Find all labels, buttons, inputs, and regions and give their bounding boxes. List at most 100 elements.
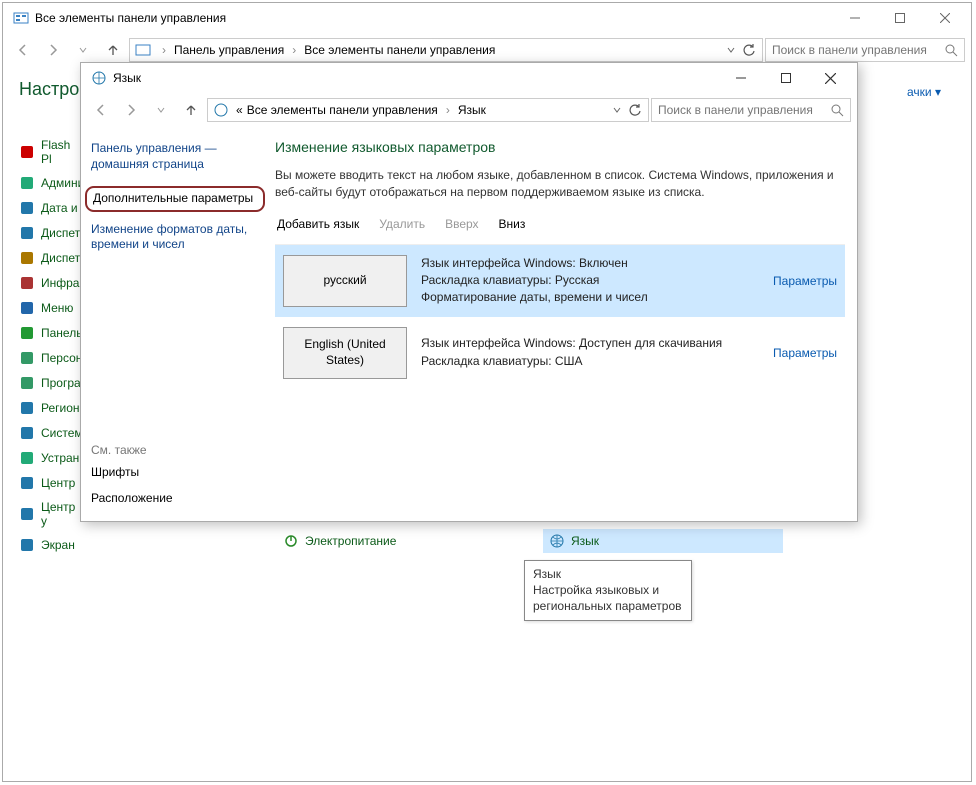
bg-sidebar-item[interactable]: Програ (19, 375, 83, 391)
lang-maximize-button[interactable] (763, 63, 808, 93)
nav-fonts[interactable]: Шрифты (91, 465, 259, 481)
move-up-button: Вверх (445, 217, 478, 234)
nav-location[interactable]: Расположение (91, 491, 259, 507)
bg-sidebar-item[interactable]: Дата и (19, 200, 83, 216)
bg-dropdown-history[interactable] (69, 36, 97, 64)
bg-view-link[interactable]: ачки ▾ (907, 67, 971, 108)
bg-sidebar-item[interactable]: Flash Pl (19, 138, 83, 166)
lang-dropdown-history[interactable] (147, 96, 175, 124)
lang-breadcrumb[interactable]: « Все элементы панели управления › Язык (207, 98, 649, 122)
search-icon[interactable] (830, 103, 844, 117)
bg-crumb-2[interactable]: Все элементы панели управления (304, 43, 495, 57)
tooltip-title: Язык (533, 566, 683, 582)
bg-maximize-button[interactable] (877, 3, 922, 33)
cp-item-icon (19, 275, 35, 291)
lang-search-input[interactable] (658, 103, 824, 117)
cp-item-icon (19, 300, 35, 316)
lang-up-button[interactable] (177, 96, 205, 124)
cp-item-icon (19, 200, 35, 216)
add-language-button[interactable]: Добавить язык (277, 217, 359, 234)
search-icon[interactable] (944, 43, 958, 57)
lang-right-pane: Изменение языковых параметров Вы можете … (269, 127, 857, 521)
language-options-link[interactable]: Параметры (773, 346, 837, 360)
bg-forward-button[interactable] (39, 36, 67, 64)
bg-crumb-1[interactable]: Панель управления (174, 43, 284, 57)
lang-crumb-1[interactable]: Все элементы панели управления (247, 103, 438, 117)
bg-search-input[interactable] (772, 43, 938, 57)
cp-item-icon (19, 537, 35, 553)
cp-item-icon (19, 375, 35, 391)
refresh-icon[interactable] (742, 43, 756, 57)
bg-back-button[interactable] (9, 36, 37, 64)
cp-item-icon (19, 450, 35, 466)
language-row-russian[interactable]: русский Язык интерфейса Windows: Включен… (275, 245, 845, 317)
bg-close-button[interactable] (922, 3, 967, 33)
bg-sidebar-item[interactable]: Регион (19, 400, 83, 416)
nav-home[interactable]: Панель управления — домашняя страница (91, 141, 259, 172)
language-name-box: русский (283, 255, 407, 307)
lang-back-button[interactable] (87, 96, 115, 124)
nav-change-formats[interactable]: Изменение форматов даты, времени и чисел (91, 222, 259, 253)
lang-heading: Изменение языковых параметров (275, 139, 845, 155)
chevron-right-icon: › (162, 43, 166, 57)
chevron-down-icon[interactable] (612, 105, 622, 115)
cp-item-icon (19, 250, 35, 266)
language-row-english[interactable]: English (United States) Язык интерфейса … (275, 317, 845, 389)
cp-item-icon (19, 175, 35, 191)
refresh-icon[interactable] (628, 103, 642, 117)
bg-sidebar-item[interactable]: Устран (19, 450, 83, 466)
bg-sidebar-item[interactable]: Панель (19, 325, 83, 341)
remove-language-button: Удалить (379, 217, 425, 234)
lang-close-button[interactable] (808, 63, 853, 93)
bg-sidebar-item[interactable]: Меню (19, 300, 83, 316)
bg-item-language[interactable]: Язык (543, 529, 783, 553)
bg-sidebar-item[interactable]: Админи (19, 175, 83, 191)
lang-search-field[interactable] (651, 98, 851, 122)
lang-titlebar: Язык (81, 63, 857, 93)
lang-crumb-2[interactable]: Язык (458, 103, 486, 117)
language-window: Язык « Все элементы панели управления › … (80, 62, 858, 522)
cp-item-icon (19, 225, 35, 241)
control-panel-icon (13, 10, 29, 26)
nav-advanced-settings[interactable]: Дополнительные параметры (85, 186, 265, 212)
bg-minimize-button[interactable] (832, 3, 877, 33)
bg-sidebar-item[interactable]: Диспет (19, 225, 83, 241)
lang-forward-button[interactable] (117, 96, 145, 124)
power-icon (283, 533, 299, 549)
tooltip: Язык Настройка языковых и региональных п… (524, 560, 692, 621)
move-down-button[interactable]: Вниз (499, 217, 526, 234)
bg-sidebar-item[interactable]: Центр у (19, 500, 83, 528)
lang-navrow: « Все элементы панели управления › Язык (81, 93, 857, 127)
lang-minimize-button[interactable] (718, 63, 763, 93)
language-list: русский Язык интерфейса Windows: Включен… (275, 244, 845, 389)
bg-sidebar-item[interactable]: Систем (19, 425, 83, 441)
bg-sidebar-item[interactable]: Экран (19, 537, 83, 553)
bg-breadcrumb[interactable]: › Панель управления › Все элементы панел… (129, 38, 763, 62)
bg-sidebar-item[interactable]: Диспет (19, 250, 83, 266)
language-info: Язык интерфейса Windows: Доступен для ск… (421, 335, 759, 370)
bg-sidebar-item[interactable]: Персон (19, 350, 83, 366)
language-icon (91, 70, 107, 86)
cp-item-icon (19, 425, 35, 441)
language-icon (549, 533, 565, 549)
tooltip-line1: Настройка языковых и (533, 582, 683, 598)
breadcrumb-icon (135, 42, 151, 58)
bg-sidebar-item[interactable]: Инфра (19, 275, 83, 291)
bg-search-field[interactable] (765, 38, 965, 62)
cp-item-icon (19, 400, 35, 416)
bg-titlebar: Все элементы панели управления (3, 3, 971, 33)
bg-sidebar-item[interactable]: Центр (19, 475, 83, 491)
bg-item-power[interactable]: Электропитание (283, 533, 396, 549)
language-info: Язык интерфейса Windows: Включен Расклад… (421, 255, 759, 307)
chevron-down-icon[interactable] (726, 45, 736, 55)
cp-item-icon (19, 350, 35, 366)
lang-title: Язык (113, 71, 718, 85)
cp-item-icon (19, 506, 35, 522)
lang-description: Вы можете вводить текст на любом языке, … (275, 167, 845, 201)
language-options-link[interactable]: Параметры (773, 274, 837, 288)
chevron-right-icon: › (446, 103, 450, 117)
language-icon (213, 102, 229, 118)
crumb-up-prefix: « (236, 103, 243, 117)
bg-up-button[interactable] (99, 36, 127, 64)
cp-item-icon (19, 325, 35, 341)
